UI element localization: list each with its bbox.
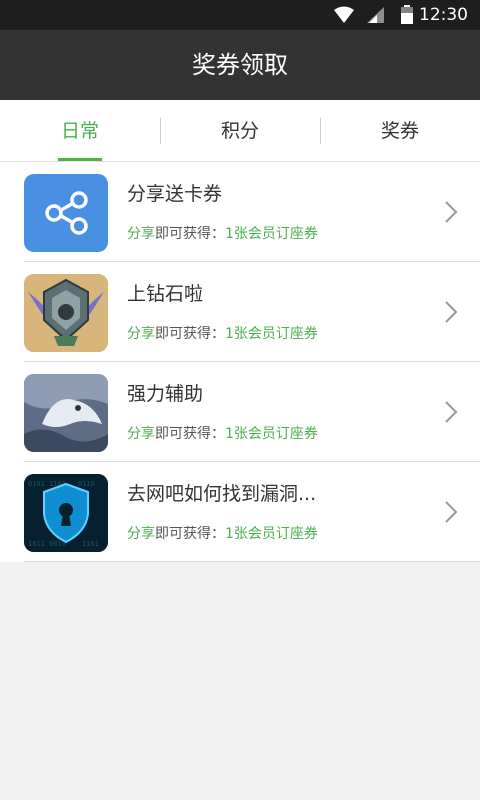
item-title: 去网吧如何找到漏洞... <box>127 483 317 505</box>
tab-points[interactable]: 积分 <box>160 100 320 161</box>
chevron-right-icon <box>445 301 458 323</box>
item-reward-text: 分享即可获得：1张会员订座券 <box>127 526 318 542</box>
list-item-share-coupon[interactable]: 分享送卡券 分享即可获得：1张会员订座券 <box>0 162 480 262</box>
security-shield-image: 0101 1101 1011 0010 0110 1101 <box>24 474 108 552</box>
item-title: 分享送卡券 <box>127 183 223 205</box>
item-title: 强力辅助 <box>127 383 204 405</box>
status-bar: 12:30 <box>0 0 480 30</box>
wifi-icon <box>334 6 354 23</box>
svg-text:1011 0010: 1011 0010 <box>28 540 66 548</box>
chevron-right-icon <box>445 201 458 223</box>
dragon-artwork-image <box>24 374 108 452</box>
list-item-diamond[interactable]: 上钻石啦 分享即可获得：1张会员订座券 <box>0 262 480 362</box>
item-reward-text: 分享即可获得：1张会员订座券 <box>127 426 318 442</box>
tab-divider <box>320 118 321 144</box>
svg-text:1101: 1101 <box>82 540 99 548</box>
diamond-badge-image <box>24 274 108 352</box>
tab-bar: 日常 积分 奖券 <box>0 100 480 162</box>
item-reward-text: 分享即可获得：1张会员订座券 <box>127 226 318 242</box>
list-item-support[interactable]: 强力辅助 分享即可获得：1张会员订座券 <box>0 362 480 462</box>
page-title: 奖券领取 <box>0 30 480 100</box>
list-item-netcafe[interactable]: 0101 1101 1011 0010 0110 1101 去网吧如何找到漏洞.… <box>0 462 480 562</box>
divider <box>24 561 480 562</box>
svg-text:0110: 0110 <box>78 480 95 488</box>
tab-daily[interactable]: 日常 <box>0 100 160 161</box>
signal-icon <box>367 7 384 23</box>
chevron-right-icon <box>445 501 458 523</box>
battery-icon <box>401 5 413 24</box>
chevron-right-icon <box>445 401 458 423</box>
status-time: 12:30 <box>419 5 468 25</box>
share-icon <box>24 174 108 252</box>
tab-coupons[interactable]: 奖券 <box>320 100 480 161</box>
item-title: 上钻石啦 <box>127 283 204 305</box>
tab-divider <box>160 118 161 144</box>
item-reward-text: 分享即可获得：1张会员订座券 <box>127 326 318 342</box>
task-list: 分享送卡券 分享即可获得：1张会员订座券 上钻石啦 分享即可获得：1张会员订座券 <box>0 162 480 562</box>
